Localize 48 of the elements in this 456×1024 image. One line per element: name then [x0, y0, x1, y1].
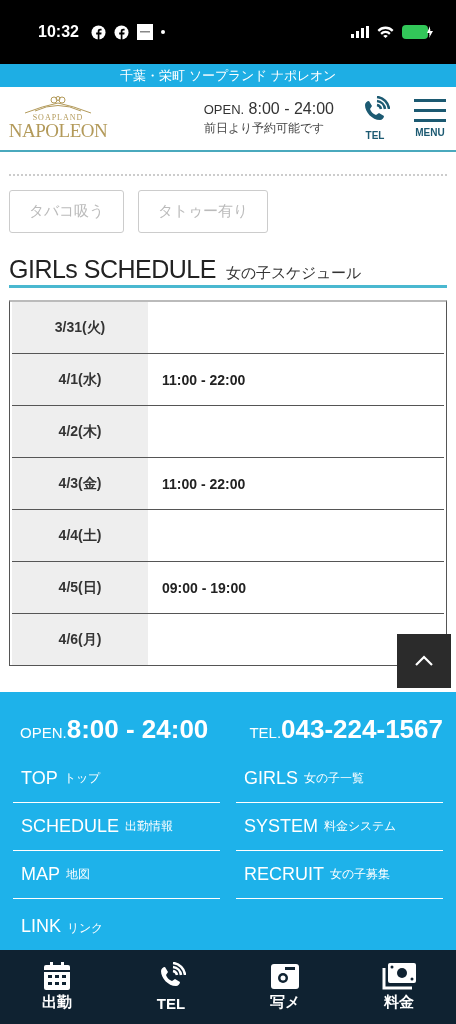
hours-cell: 11:00 - 22:00: [162, 371, 246, 388]
tag-chip[interactable]: タトゥー有り: [138, 190, 268, 233]
camera-icon: [271, 962, 299, 990]
date-cell: 4/2(木): [12, 406, 148, 457]
footer-link[interactable]: RECRUIT 女の子募集: [236, 851, 443, 899]
calendar-icon: [44, 962, 70, 990]
footer-link[interactable]: MAP 地図: [13, 851, 220, 899]
app-icon: [136, 24, 153, 40]
footer-link[interactable]: SYSTEM 料金システム: [236, 803, 443, 851]
scroll-top-button[interactable]: [397, 634, 451, 688]
menu-icon: [414, 99, 446, 123]
nav-button[interactable]: 料金: [359, 961, 439, 1013]
wifi-icon: [377, 26, 394, 38]
tag-chip[interactable]: タバコ吸う: [9, 190, 124, 233]
nav-button[interactable]: 写メ: [245, 961, 325, 1013]
signal-icon: [351, 26, 369, 38]
footer-link[interactable]: SCHEDULE 出勤情報: [13, 803, 220, 851]
footer-phone[interactable]: TEL.043-224-1567: [249, 714, 443, 745]
date-cell: 3/31(火): [12, 302, 148, 353]
date-cell: 4/3(金): [12, 458, 148, 509]
date-cell: 4/1(水): [12, 354, 148, 405]
menu-button[interactable]: MENU: [414, 99, 446, 138]
open-hours: OPEN. 8:00 - 24:00: [203, 100, 334, 118]
section-title: GIRLs SCHEDULE: [9, 255, 216, 284]
date-cell: 4/4(土): [12, 510, 148, 561]
date-cell: 4/6(月): [12, 614, 148, 665]
crown-ornament-icon: [23, 96, 93, 114]
footer-link[interactable]: GIRLS 女の子一覧: [236, 755, 443, 803]
facebook-icon: [90, 24, 106, 40]
nav-button[interactable]: 出勤: [17, 961, 97, 1013]
facebook-icon: [113, 24, 129, 40]
tel-button[interactable]: TEL: [360, 96, 390, 141]
hours-cell: 09:00 - 19:00: [162, 579, 247, 596]
status-time: 10:32: [38, 23, 79, 41]
chevron-up-icon: [414, 655, 434, 667]
top-banner: 千葉・栄町 ソープランド ナポレオン: [0, 64, 456, 87]
nav-button[interactable]: TEL: [131, 961, 211, 1013]
section-subtitle: 女の子スケジュール: [225, 264, 361, 283]
logo[interactable]: SOAPLAND NAPOLEON: [6, 96, 110, 141]
footer-link[interactable]: TOP トップ: [13, 755, 220, 803]
money-icon: [382, 962, 416, 990]
battery-charging-icon: [402, 25, 434, 39]
reservation-note: 前日より予約可能です: [203, 120, 325, 137]
dot-icon: [160, 30, 165, 34]
footer-open-hours: OPEN.8:00 - 24:00: [20, 714, 209, 745]
footer-link[interactable]: LINK リンク: [13, 899, 220, 943]
hours-cell: 11:00 - 22:00: [162, 475, 246, 492]
date-cell: 4/5(日): [12, 562, 148, 613]
